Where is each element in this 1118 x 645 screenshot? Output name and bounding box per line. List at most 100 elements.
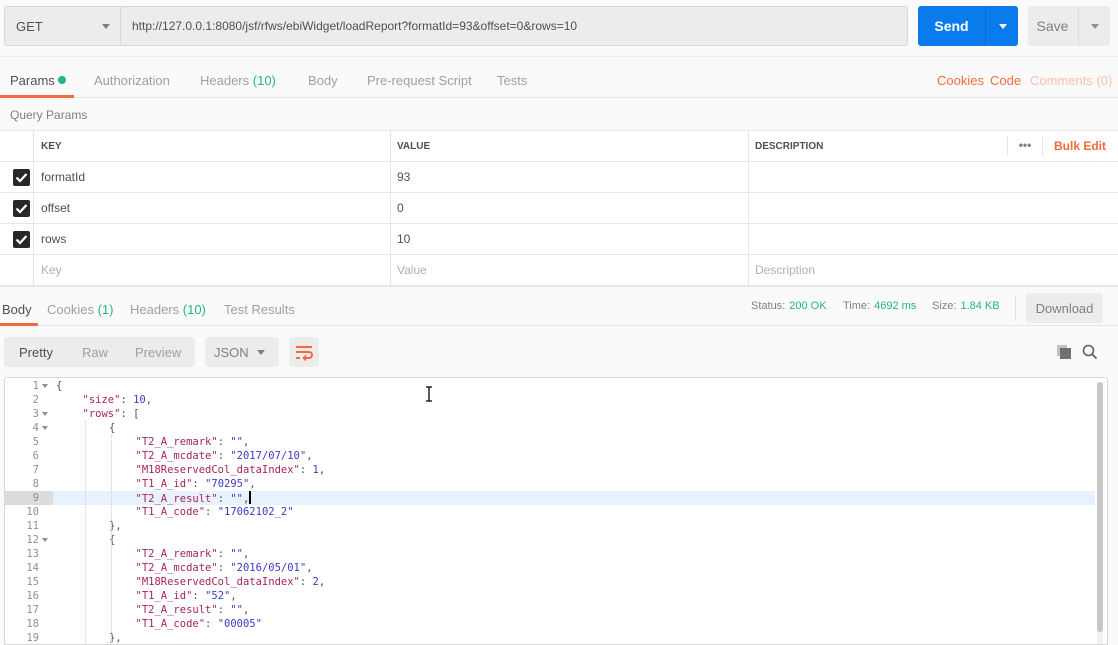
fold-toggle-icon[interactable] — [42, 426, 48, 430]
param-checkbox[interactable] — [13, 200, 30, 217]
tab-pre-request-script[interactable]: Pre-request Script — [367, 73, 472, 88]
param-description[interactable] — [749, 162, 1118, 192]
param-description[interactable] — [749, 224, 1118, 254]
json-value: "2016/05/01" — [230, 562, 307, 574]
format-select[interactable]: JSON — [205, 337, 279, 367]
check-icon — [15, 235, 28, 245]
bulk-edit-link[interactable]: Bulk Edit — [1054, 139, 1106, 153]
param-row: formatId 93 — [0, 162, 1118, 193]
code-line[interactable]: 10 "T1_A_code": "17062102_2" — [5, 505, 1095, 519]
code-line[interactable]: 19}, — [5, 631, 1095, 644]
code-text: "T1_A_id": "70295", — [136, 477, 256, 491]
url-input[interactable]: http://127.0.0.1:8080/jsf/rfws/ebiWidget… — [120, 6, 908, 46]
code-line[interactable]: 9 "T2_A_result": "", — [5, 491, 1095, 505]
json-key: "T1_A_code" — [135, 506, 206, 518]
save-button[interactable]: Save — [1028, 6, 1110, 46]
code-text: "size": 10, — [83, 393, 153, 407]
json-punctuation: : — [192, 478, 206, 490]
tab-params[interactable]: Params — [10, 73, 66, 88]
tab-response-body[interactable]: Body — [2, 302, 32, 317]
json-punctuation: , — [243, 548, 250, 560]
json-value: "" — [230, 548, 243, 560]
code-text: { — [56, 379, 62, 393]
cookies-link[interactable]: Cookies — [937, 73, 984, 88]
tab-response-headers[interactable]: Headers (10) — [130, 302, 206, 317]
query-params-title: Query Params — [10, 108, 88, 122]
param-key[interactable]: offset — [34, 193, 391, 223]
param-value[interactable]: 0 — [391, 193, 749, 223]
code-line[interactable]: 7 "M18ReservedCol_dataIndex": 1, — [5, 463, 1095, 477]
tab-headers[interactable]: Headers (10) — [200, 73, 276, 88]
download-button[interactable]: Download — [1026, 293, 1103, 323]
copy-icon[interactable] — [1056, 344, 1072, 363]
param-value[interactable]: 10 — [391, 224, 749, 254]
wrap-lines-button[interactable] — [289, 337, 319, 367]
time-readout: Time: 4692 ms — [843, 300, 916, 312]
code-line[interactable]: 4{ — [5, 421, 1095, 435]
code-line[interactable]: 8 "T1_A_id": "70295", — [5, 477, 1095, 491]
line-number: 3 — [32, 408, 39, 420]
line-number: 8 — [32, 478, 39, 490]
line-number: 4 — [32, 422, 39, 434]
fold-toggle-icon[interactable] — [42, 538, 48, 542]
new-key-input[interactable]: Key — [34, 255, 391, 285]
chevron-down-icon — [999, 24, 1007, 29]
tab-tests[interactable]: Tests — [497, 73, 527, 88]
new-value-input[interactable]: Value — [391, 255, 749, 285]
json-value: "" — [230, 604, 243, 616]
code-line[interactable]: 14 "T2_A_mcdate": "2016/05/01", — [5, 561, 1095, 575]
comments-link[interactable]: Comments (0) — [1030, 73, 1112, 88]
view-preview[interactable]: Preview — [135, 345, 181, 360]
code-line[interactable]: 2 "size": 10, — [5, 393, 1095, 407]
code-line[interactable]: 1{ — [5, 379, 1095, 393]
code-line[interactable]: 6 "T2_A_mcdate": "2017/07/10", — [5, 449, 1095, 463]
param-checkbox[interactable] — [13, 169, 30, 186]
json-punctuation: : — [299, 576, 313, 588]
save-options-button[interactable] — [1078, 6, 1110, 46]
param-value[interactable]: 93 — [391, 162, 749, 192]
code-line[interactable]: 13 "T2_A_remark": "", — [5, 547, 1095, 561]
code-link[interactable]: Code — [990, 73, 1021, 88]
code-line[interactable]: 12 { — [5, 533, 1095, 547]
tab-test-results[interactable]: Test Results — [224, 302, 295, 317]
search-icon[interactable] — [1082, 344, 1098, 363]
param-key[interactable]: formatId — [34, 162, 391, 192]
line-number: 1 — [32, 380, 39, 392]
code-line[interactable]: 15 "M18ReservedCol_dataIndex": 2, — [5, 575, 1095, 589]
json-punctuation: { — [56, 380, 63, 392]
param-description[interactable] — [749, 193, 1118, 223]
fold-toggle-icon[interactable] — [42, 412, 48, 416]
view-raw[interactable]: Raw — [82, 345, 108, 360]
fold-toggle-icon[interactable] — [42, 384, 48, 388]
send-options-button[interactable] — [985, 6, 1018, 46]
view-pretty[interactable]: Pretty — [19, 345, 53, 360]
new-description-input[interactable]: Description — [749, 255, 1118, 285]
view-mode-toggle: Pretty Raw Preview — [4, 337, 195, 367]
code-line[interactable]: 5 "T2_A_remark": "", — [5, 435, 1095, 449]
tab-authorization[interactable]: Authorization — [94, 73, 170, 88]
code-line[interactable]: 17 "T2_A_result": "", — [5, 603, 1095, 617]
code-line[interactable]: 18 "T1_A_code": "00005" — [5, 617, 1095, 631]
param-checkbox[interactable] — [13, 231, 30, 248]
send-button[interactable]: Send — [918, 6, 1018, 46]
json-key: "T2_A_result" — [135, 604, 218, 616]
check-icon — [15, 204, 28, 214]
param-key[interactable]: rows — [34, 224, 391, 254]
response-tabs: Body Cookies (1) Headers (10) Test Resul… — [0, 286, 1118, 326]
tab-label: Headers — [130, 302, 180, 317]
more-options-icon[interactable]: ••• — [1007, 136, 1043, 156]
code-text: "T1_A_code": "00005" — [136, 617, 262, 631]
header-value: VALUE — [391, 131, 749, 161]
tab-body[interactable]: Body — [308, 73, 338, 88]
response-body-editor[interactable]: 1{2 "size": 10, 3 "rows": [4{5 "T2_A_remark"… — [4, 377, 1108, 645]
param-checkbox-cell — [0, 162, 34, 192]
scrollbar-thumb[interactable] — [1097, 382, 1103, 632]
method-select[interactable]: GET — [4, 6, 121, 46]
code-line[interactable]: 3 "rows": [ — [5, 407, 1095, 421]
code-line[interactable]: 11}, — [5, 519, 1095, 533]
json-value: "17062102_2" — [217, 506, 294, 518]
tab-response-cookies[interactable]: Cookies (1) — [47, 302, 113, 317]
wrap-lines-icon — [296, 346, 313, 362]
line-number: 9 — [5, 491, 53, 505]
code-line[interactable]: 16 "T1_A_id": "52", — [5, 589, 1095, 603]
